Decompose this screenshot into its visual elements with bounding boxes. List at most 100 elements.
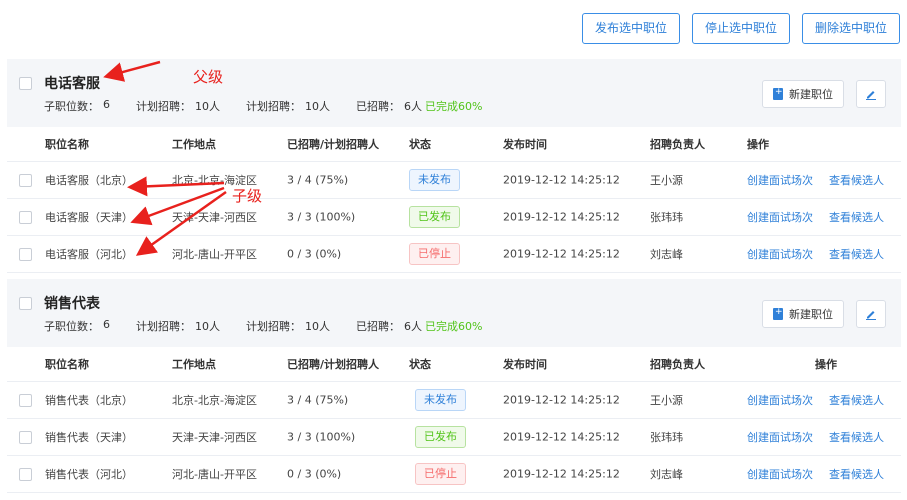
create-interview-link[interactable]: 创建面试场次 (747, 172, 813, 188)
publish-time: 2019-12-12 14:25:12 (503, 430, 620, 444)
view-candidates-link[interactable]: 查看候选人 (829, 172, 884, 188)
group-title: 电话客服 (44, 76, 100, 92)
row-checkbox[interactable] (19, 468, 32, 481)
location: 天津-天津-河西区 (172, 211, 257, 224)
recruiter: 张玮玮 (650, 211, 683, 224)
hire-progress: 0 / 3 (0%) (287, 467, 342, 481)
column-header: 职位名称 (45, 358, 89, 371)
planned-value: 10人 (195, 320, 220, 333)
hire-progress: 3 / 3 (100%) (287, 210, 356, 224)
planned-label: 计划招聘： (246, 100, 301, 113)
new-position-label: 新建职位 (789, 308, 833, 321)
group-checkbox[interactable] (19, 297, 32, 310)
view-candidates-link[interactable]: 查看候选人 (829, 466, 884, 482)
create-interview-link[interactable]: 创建面试场次 (747, 466, 813, 482)
hire-progress: 3 / 3 (100%) (287, 430, 356, 444)
hire-progress: 3 / 4 (75%) (287, 173, 349, 187)
group-title: 销售代表 (44, 296, 100, 312)
recruiter: 王小源 (650, 394, 683, 407)
position-group: 电话客服 子职位数： 6 计划招聘： 10人 计划招聘： 10人 已招聘： 6人… (7, 59, 901, 273)
view-candidates-link[interactable]: 查看候选人 (829, 246, 884, 262)
new-document-icon (773, 87, 783, 100)
create-interview-link[interactable]: 创建面试场次 (747, 392, 813, 408)
column-header: 已招聘/计划招聘人 (287, 138, 380, 151)
sub-count-label: 子职位数： (44, 320, 99, 333)
new-position-button[interactable]: 新建职位 (762, 300, 844, 328)
group-stats: 子职位数： 6 计划招聘： 10人 计划招聘： 10人 已招聘： 6人 已完成6… (44, 98, 482, 114)
table-row: 电话客服（河北） 河北-唐山-开平区 0 / 3 (0%) 已停止 2019-1… (7, 236, 901, 273)
location: 北京-北京-海淀区 (172, 394, 257, 407)
position-name: 销售代表（天津） (45, 431, 133, 444)
delete-selected-button[interactable]: 删除选中职位 (801, 13, 900, 44)
completion-rate: 已完成60% (425, 100, 483, 113)
view-candidates-link[interactable]: 查看候选人 (829, 392, 884, 408)
position-name: 电话客服（河北） (45, 248, 133, 261)
table-row: 销售代表（天津） 天津-天津-河西区 3 / 3 (100%) 已发布 2019… (7, 419, 901, 456)
sub-count-value: 6 (103, 98, 110, 111)
create-interview-link[interactable]: 创建面试场次 (747, 429, 813, 445)
hired-label: 已招聘： (356, 100, 400, 113)
location: 河北-唐山-开平区 (172, 248, 257, 261)
new-document-icon (773, 307, 783, 320)
recruiter: 张玮玮 (650, 431, 683, 444)
create-interview-link[interactable]: 创建面试场次 (747, 246, 813, 262)
column-header: 招聘负责人 (650, 138, 705, 151)
hired-value: 6人 (404, 320, 422, 333)
sub-count-value: 6 (103, 318, 110, 331)
stop-selected-button[interactable]: 停止选中职位 (691, 13, 790, 44)
edit-button[interactable] (856, 80, 886, 108)
publish-selected-button[interactable]: 发布选中职位 (581, 13, 680, 44)
recruiter: 刘志峰 (650, 468, 683, 481)
new-position-button[interactable]: 新建职位 (762, 80, 844, 108)
row-checkbox[interactable] (19, 248, 32, 261)
group-checkbox[interactable] (19, 77, 32, 90)
row-checkbox[interactable] (19, 211, 32, 224)
edit-button[interactable] (856, 300, 886, 328)
column-header: 招聘负责人 (650, 358, 705, 371)
planned-label: 计划招聘： (136, 100, 191, 113)
table-header: 职位名称 工作地点 已招聘/计划招聘人 状态 发布时间 招聘负责人 操作 (7, 347, 901, 382)
column-header: 职位名称 (45, 138, 89, 151)
group-header: 销售代表 子职位数： 6 计划招聘： 10人 计划招聘： 10人 已招聘： 6人… (7, 279, 901, 347)
status-badge: 已发布 (415, 426, 466, 448)
status-badge: 未发布 (409, 169, 460, 191)
view-candidates-link[interactable]: 查看候选人 (829, 429, 884, 445)
pencil-icon (866, 91, 876, 100)
row-checkbox[interactable] (19, 174, 32, 187)
create-interview-link[interactable]: 创建面试场次 (747, 209, 813, 225)
position-name: 销售代表（河北） (45, 468, 133, 481)
position-name: 电话客服（天津） (45, 211, 133, 224)
table-row: 电话客服（北京） 北京-北京-海淀区 3 / 4 (75%) 未发布 2019-… (7, 162, 901, 199)
pencil-icon (866, 311, 876, 320)
column-header: 工作地点 (172, 138, 216, 151)
group-stats: 子职位数： 6 计划招聘： 10人 计划招聘： 10人 已招聘： 6人 已完成6… (44, 318, 482, 334)
table-row: 销售代表（河北） 河北-唐山-开平区 0 / 3 (0%) 已停止 2019-1… (7, 456, 901, 493)
column-header: 发布时间 (503, 138, 547, 151)
column-header: 已招聘/计划招聘人 (287, 358, 380, 371)
planned-label: 计划招聘： (136, 320, 191, 333)
recruiter: 王小源 (650, 174, 683, 187)
column-header: 发布时间 (503, 358, 547, 371)
view-candidates-link[interactable]: 查看候选人 (829, 209, 884, 225)
position-group: 销售代表 子职位数： 6 计划招聘： 10人 计划招聘： 10人 已招聘： 6人… (7, 279, 901, 493)
top-actions: 发布选中职位 停止选中职位 删除选中职位 (581, 13, 900, 44)
hire-progress: 0 / 3 (0%) (287, 247, 342, 261)
row-checkbox[interactable] (19, 394, 32, 407)
hired-value: 6人 (404, 100, 422, 113)
table-row: 电话客服（天津） 天津-天津-河西区 3 / 3 (100%) 已发布 2019… (7, 199, 901, 236)
annotation-parent-label: 父级 (193, 68, 224, 86)
recruiter: 刘志峰 (650, 248, 683, 261)
publish-time: 2019-12-12 14:25:12 (503, 247, 620, 261)
planned-label: 计划招聘： (246, 320, 301, 333)
planned-value: 10人 (195, 100, 220, 113)
column-header: 工作地点 (172, 358, 216, 371)
location: 天津-天津-河西区 (172, 431, 257, 444)
new-position-label: 新建职位 (789, 88, 833, 101)
sub-count-label: 子职位数： (44, 100, 99, 113)
position-name: 电话客服（北京） (45, 174, 133, 187)
location: 河北-唐山-开平区 (172, 468, 257, 481)
status-badge: 已停止 (415, 463, 466, 485)
column-header: 操作 (747, 138, 769, 151)
publish-time: 2019-12-12 14:25:12 (503, 210, 620, 224)
row-checkbox[interactable] (19, 431, 32, 444)
